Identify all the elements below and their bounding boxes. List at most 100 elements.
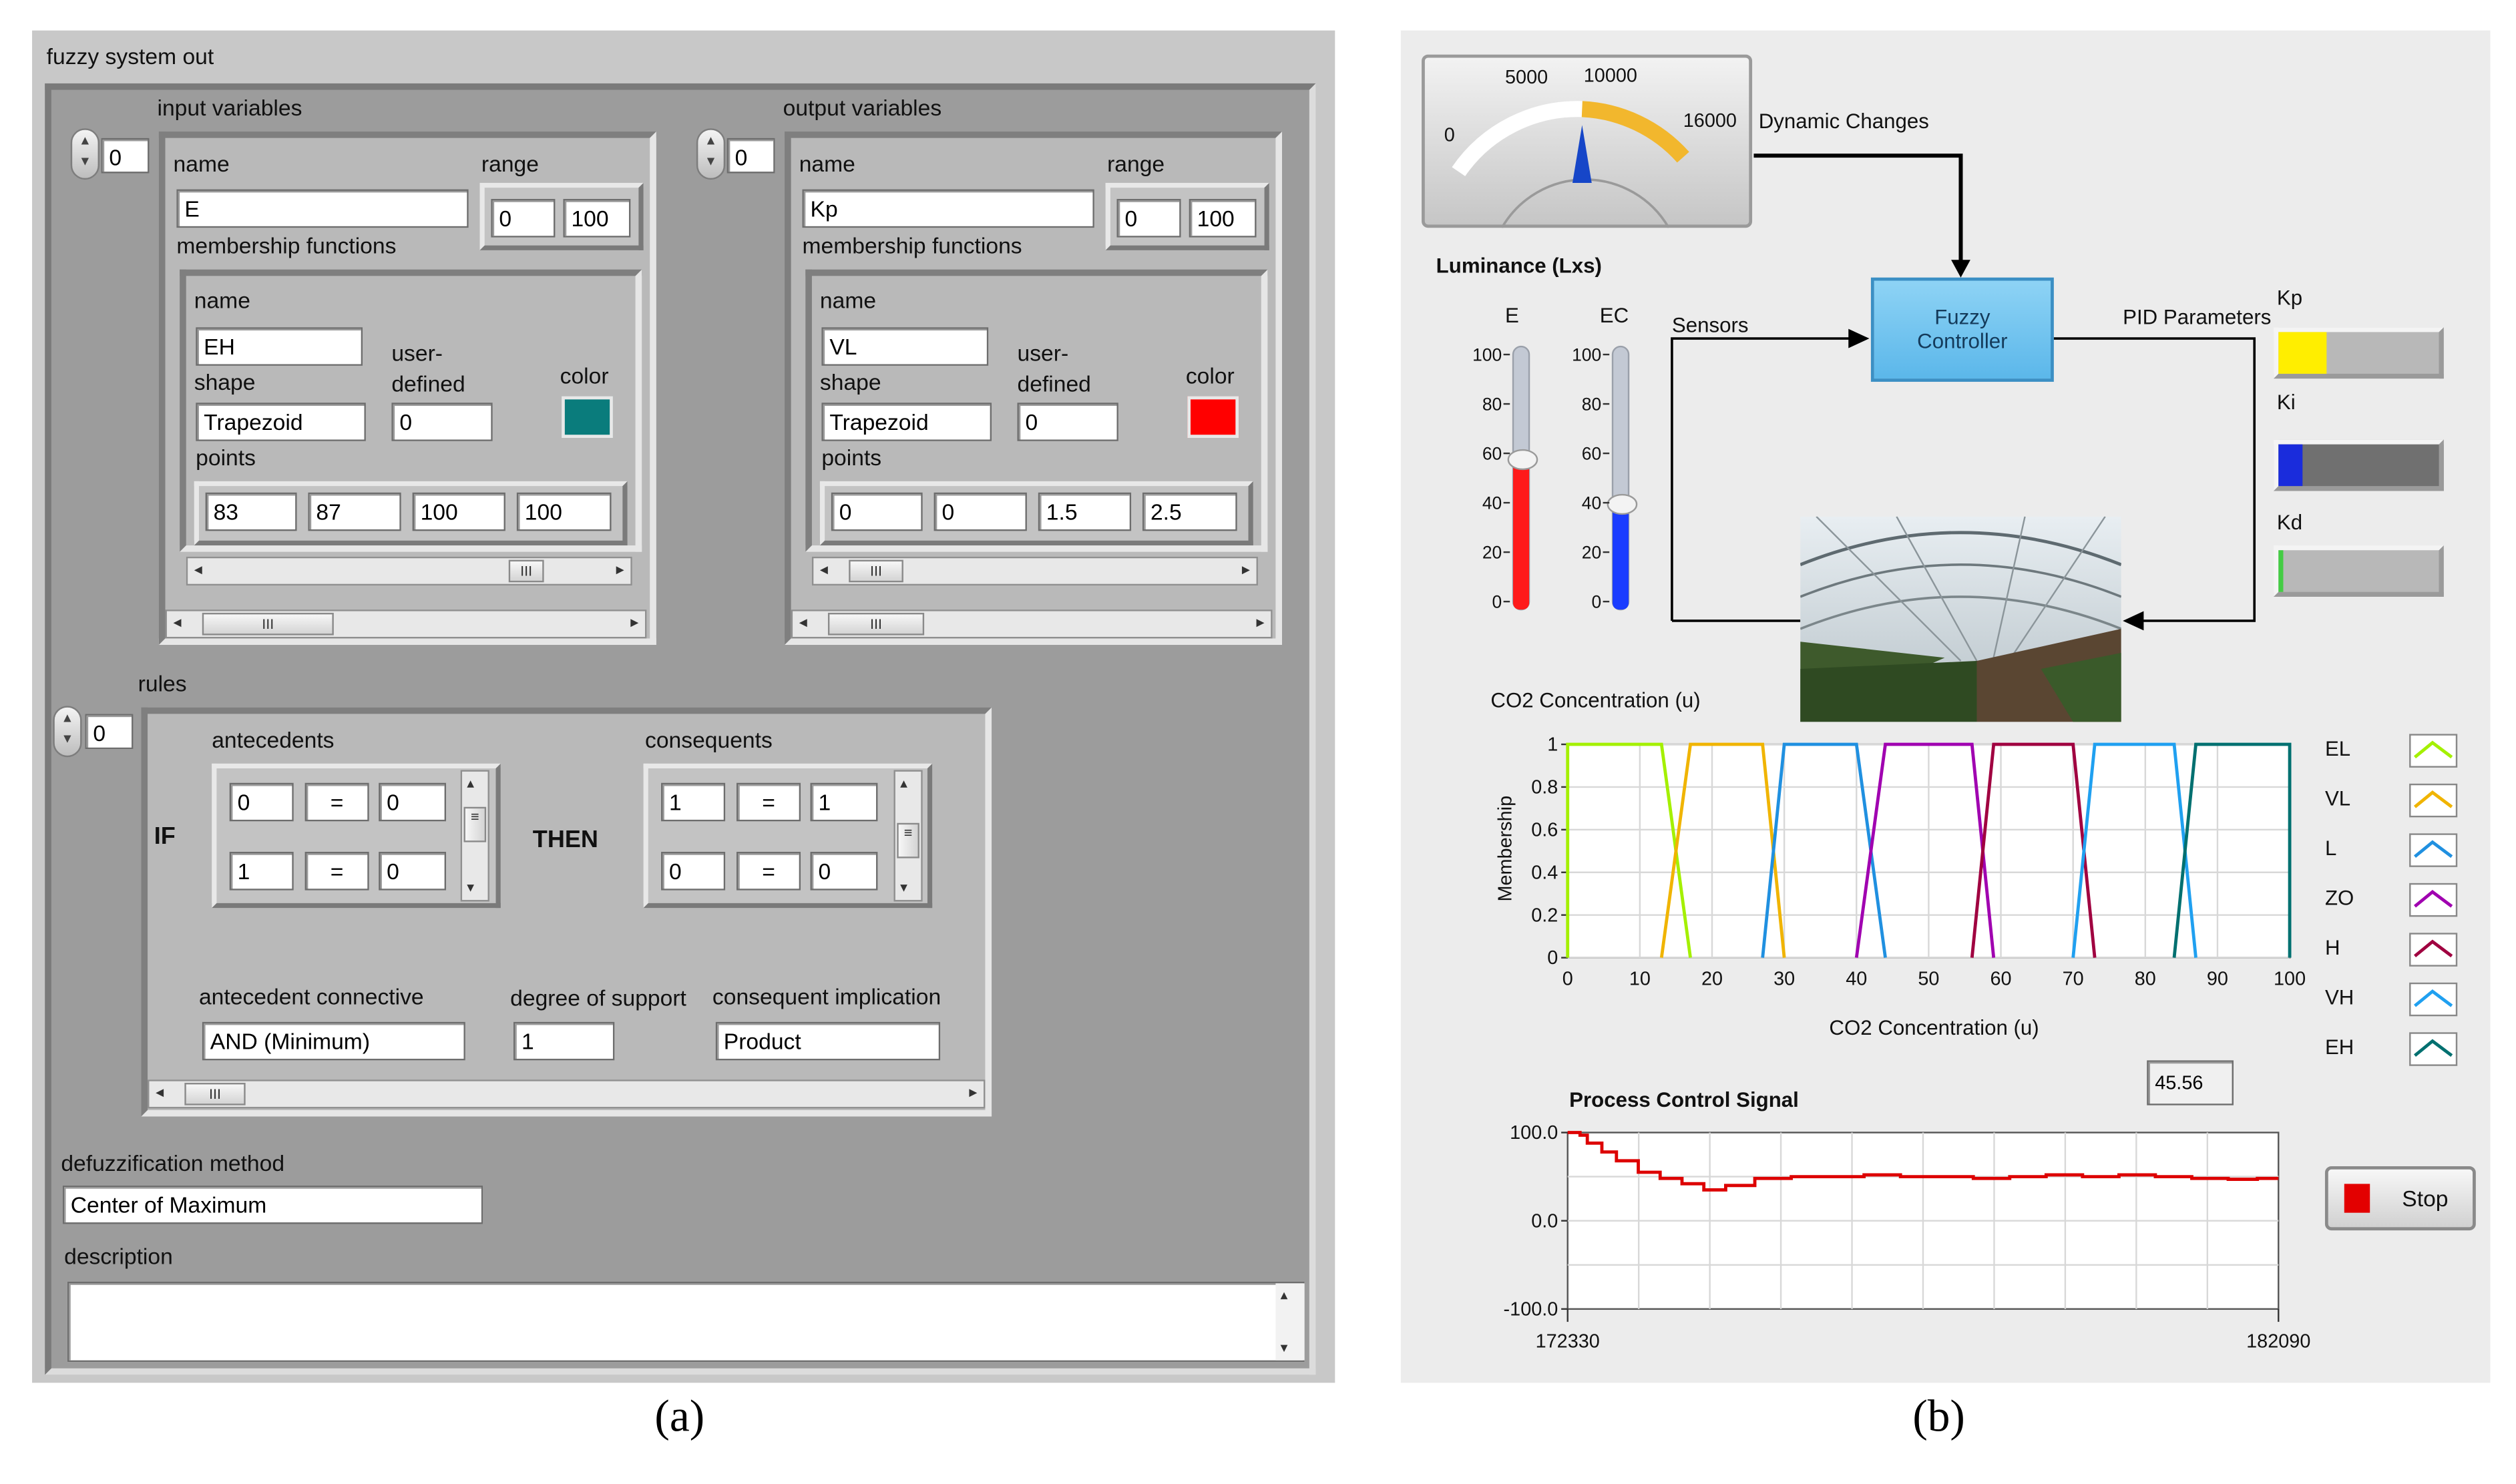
consequent-1-var[interactable]: 1 (661, 782, 726, 822)
input-range-max[interactable]: 100 (563, 198, 631, 238)
antecedent-1-var[interactable]: 0 (229, 782, 294, 822)
scroll-thumb[interactable]: III (849, 559, 903, 583)
antecedent-connective-field[interactable]: AND (Minimum) (202, 1021, 465, 1061)
output-index-stepper[interactable]: ▲ ▼ (696, 128, 726, 180)
antecedent-2-val[interactable]: 0 (379, 851, 447, 891)
consequent-implication-field[interactable]: Product (715, 1021, 941, 1061)
scroll-right-icon[interactable]: ▸ (969, 1081, 977, 1107)
input-user-defined-label-1: user- (391, 340, 443, 366)
scroll-left-icon[interactable]: ◂ (194, 558, 202, 583)
if-label: IF (154, 822, 176, 850)
output-index-field[interactable]: 0 (726, 138, 775, 174)
scroll-thumb[interactable]: III (202, 612, 334, 636)
scroll-thumb[interactable]: III (184, 1083, 246, 1105)
input-index-field[interactable]: 0 (101, 138, 150, 174)
input-name-field[interactable]: E (176, 189, 469, 228)
defuzzification-field[interactable]: Center of Maximum (62, 1185, 483, 1224)
input-variables-scrollbar[interactable]: ◂ III ▸ (165, 609, 647, 639)
antecedent-1-op[interactable]: = (304, 782, 369, 822)
scroll-left-icon[interactable]: ◂ (156, 1081, 164, 1107)
scroll-thumb[interactable]: ≡ (897, 822, 919, 858)
input-shape-field[interactable]: Trapezoid (196, 403, 366, 441)
antecedent-2-var[interactable]: 1 (229, 851, 294, 891)
consequent-2-op[interactable]: = (736, 851, 801, 891)
output-point-3[interactable]: 1.5 (1038, 492, 1132, 531)
scroll-up-icon[interactable]: ▴ (467, 775, 474, 792)
input-index-stepper[interactable]: ▲ ▼ (70, 128, 99, 180)
degree-of-support-field[interactable]: 1 (513, 1021, 615, 1061)
input-point-3[interactable]: 100 (412, 492, 505, 531)
scroll-up-icon[interactable]: ▴ (900, 775, 907, 792)
description-field[interactable] (67, 1281, 1305, 1363)
scroll-left-icon[interactable]: ◂ (174, 611, 182, 637)
x-tick-label: 90 (2207, 968, 2228, 989)
x-tick-label: 40 (1846, 968, 1867, 989)
antecedent-1-val[interactable]: 0 (379, 782, 447, 822)
legend-label-eh: EH (2325, 1035, 2354, 1059)
output-user-defined-field[interactable]: 0 (1017, 403, 1118, 441)
input-color-swatch[interactable] (562, 396, 613, 439)
scroll-right-icon[interactable]: ▸ (616, 558, 624, 583)
process-value-display: 45.56 (2147, 1060, 2234, 1105)
output-mf-scrollbar[interactable]: ◂ III ▸ (811, 556, 1258, 586)
input-mf-scrollbar[interactable]: ◂ III ▸ (186, 556, 632, 586)
fuzzy-controller-block: Fuzzy Controller (1870, 277, 2054, 382)
scroll-down-icon[interactable]: ▾ (900, 879, 907, 897)
scroll-thumb[interactable]: III (827, 612, 925, 636)
process-signal-chart: 100.0 0.0 -100.0 172330 182090 (1504, 1122, 2311, 1352)
scroll-left-icon[interactable]: ◂ (799, 611, 807, 637)
y-tick-label: 0 (1547, 947, 1558, 969)
scroll-thumb[interactable]: III (508, 559, 544, 583)
legend-label-vh: VH (2325, 985, 2354, 1009)
antecedents-scrollbar[interactable]: ▴ ≡ ▾ (460, 770, 489, 902)
input-point-4[interactable]: 100 (516, 492, 612, 531)
scroll-left-icon[interactable]: ◂ (820, 558, 828, 583)
output-point-4[interactable]: 2.5 (1142, 492, 1237, 531)
scroll-right-icon[interactable]: ▸ (1256, 611, 1264, 637)
input-point-2[interactable]: 87 (308, 492, 401, 531)
rules-scrollbar[interactable]: ◂ III ▸ (148, 1079, 986, 1109)
output-range-label: range (1107, 150, 1165, 177)
output-range-min[interactable]: 0 (1116, 198, 1181, 238)
output-name-field[interactable]: Kp (802, 189, 1094, 228)
consequent-1-op[interactable]: = (736, 782, 801, 822)
caption-b: (b) (1912, 1392, 1965, 1443)
thermometer-ec-label: EC (1599, 303, 1629, 328)
scroll-thumb[interactable]: ≡ (463, 806, 487, 842)
output-color-swatch[interactable] (1187, 396, 1239, 439)
consequent-2-val[interactable]: 0 (810, 851, 878, 891)
scroll-up-icon[interactable]: ▴ (1281, 1286, 1288, 1304)
rules-index-field[interactable]: 0 (85, 714, 134, 750)
scroll-down-icon[interactable]: ▾ (1281, 1340, 1288, 1357)
thermometer-tick-label: 0 (1591, 592, 1601, 612)
input-user-defined-field[interactable]: 0 (391, 403, 493, 441)
y-tick-label: 0.4 (1531, 862, 1558, 883)
output-point-2[interactable]: 0 (933, 492, 1027, 531)
scroll-right-icon[interactable]: ▸ (630, 611, 638, 637)
input-point-1[interactable]: 83 (205, 492, 297, 531)
stop-button[interactable]: Stop (2324, 1166, 2476, 1231)
then-label: THEN (532, 826, 598, 854)
output-point-1[interactable]: 0 (831, 492, 923, 531)
description-scrollbar[interactable]: ▴ ▾ (1275, 1283, 1305, 1361)
output-variables-scrollbar[interactable]: ◂ III ▸ (791, 609, 1273, 639)
x-tick-label: 100 (2274, 968, 2306, 989)
input-mf-name-field[interactable]: EH (196, 327, 363, 366)
consequent-1-val[interactable]: 1 (810, 782, 878, 822)
scroll-down-icon[interactable]: ▾ (467, 879, 474, 897)
consequents-scrollbar[interactable]: ▴ ≡ ▾ (893, 770, 923, 902)
antecedent-2-op[interactable]: = (304, 851, 369, 891)
fuzzy-controller-line-1: Fuzzy (1934, 304, 1990, 329)
greenhouse-image (1800, 516, 2121, 722)
output-shape-field[interactable]: Trapezoid (821, 403, 992, 441)
scroll-right-icon[interactable]: ▸ (1242, 558, 1250, 583)
output-mf-name-field[interactable]: VL (821, 327, 989, 366)
process-signal-title: Process Control Signal (1569, 1087, 1799, 1112)
rules-index-stepper[interactable]: ▲ ▼ (53, 706, 82, 758)
thermometer-slider (1507, 449, 1538, 471)
arrowhead-right (1848, 328, 1870, 348)
thermometer-tick-label: 40 (1582, 493, 1601, 513)
output-range-max[interactable]: 100 (1189, 198, 1257, 238)
input-range-min[interactable]: 0 (491, 198, 556, 238)
consequent-2-var[interactable]: 0 (661, 851, 726, 891)
